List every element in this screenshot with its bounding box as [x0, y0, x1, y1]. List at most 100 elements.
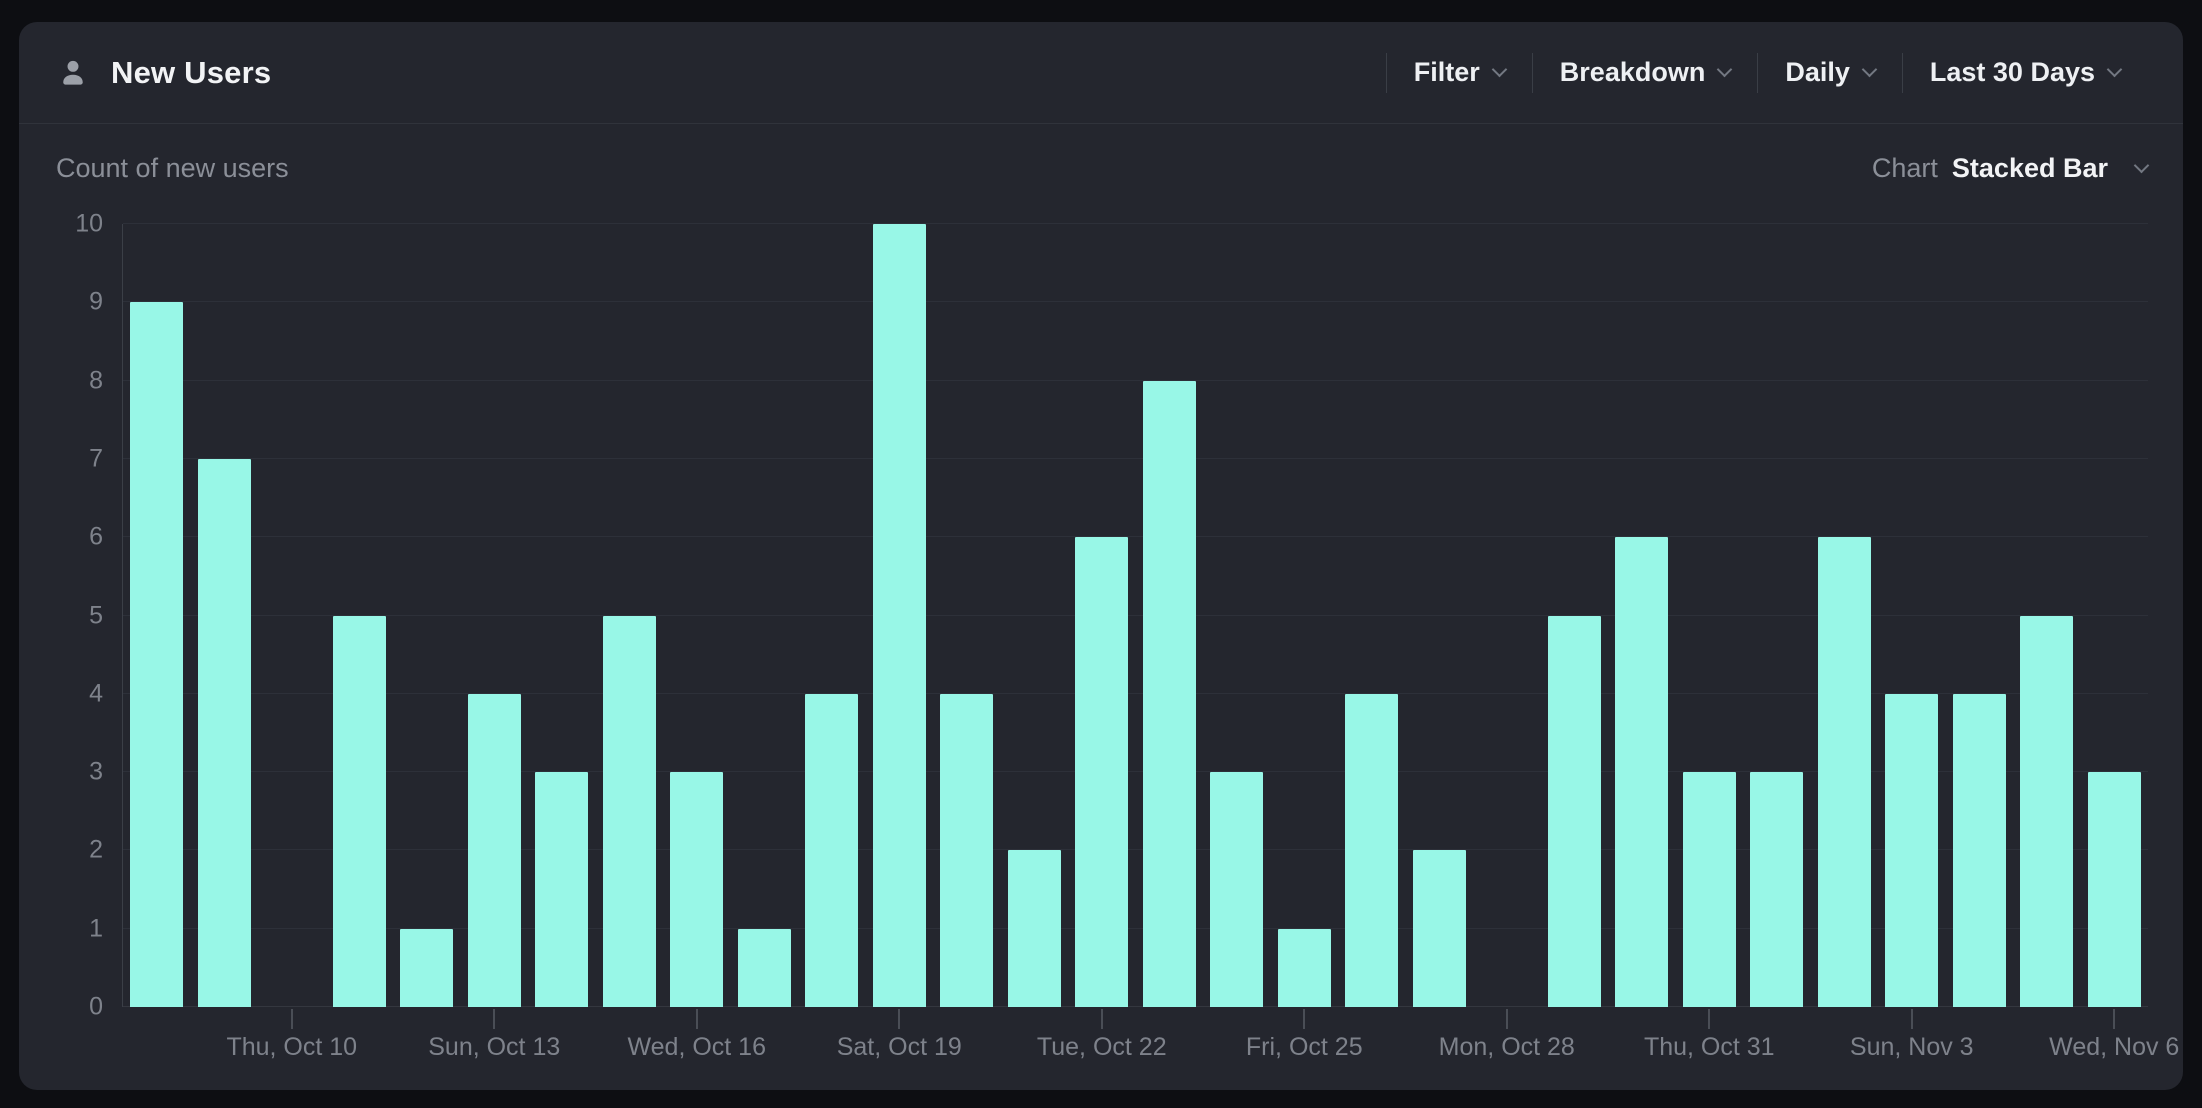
bar-slot — [1136, 224, 1204, 1007]
x-axis-label: Fri, Oct 25 — [1246, 1033, 1363, 1062]
bar[interactable] — [1008, 850, 1061, 1007]
bar-slot — [663, 224, 731, 1007]
bar[interactable] — [805, 694, 858, 1007]
y-axis-label: 9 — [89, 288, 103, 317]
chart-type-label: Chart — [1872, 153, 1938, 184]
bar-slot — [1541, 224, 1609, 1007]
bar[interactable] — [738, 929, 791, 1007]
granularity-dropdown[interactable]: Daily — [1758, 57, 1902, 88]
x-axis-label: Sun, Nov 3 — [1850, 1033, 1974, 1062]
bar-slot — [1338, 224, 1406, 1007]
y-axis-label: 1 — [89, 914, 103, 943]
y-axis-label: 2 — [89, 836, 103, 865]
x-axis-tick — [1911, 1009, 1913, 1029]
x-axis-tick — [696, 1009, 698, 1029]
bar-slot — [1811, 224, 1879, 1007]
bar-slot — [191, 224, 259, 1007]
bar[interactable] — [400, 929, 453, 1007]
bar-slot — [866, 224, 934, 1007]
bar-slot — [1001, 224, 1069, 1007]
y-axis-label: 7 — [89, 444, 103, 473]
x-axis-label: Thu, Oct 10 — [226, 1033, 357, 1062]
x-axis-label: Wed, Nov 6 — [2049, 1033, 2179, 1062]
x-axis-tick — [493, 1009, 495, 1029]
bar-slot — [1946, 224, 2014, 1007]
bar[interactable] — [2020, 616, 2073, 1008]
x-axis-label: Thu, Oct 31 — [1644, 1033, 1775, 1062]
bar[interactable] — [1413, 850, 1466, 1007]
y-axis-label: 4 — [89, 679, 103, 708]
chart-type-dropdown[interactable]: Chart Stacked Bar — [1872, 153, 2147, 184]
x-axis-tick — [1506, 1009, 1508, 1029]
y-axis-label: 6 — [89, 523, 103, 552]
x-axis-tick — [1708, 1009, 1710, 1029]
x-axis-label: Sat, Oct 19 — [837, 1033, 962, 1062]
bar-slot — [1608, 224, 1676, 1007]
bar[interactable] — [940, 694, 993, 1007]
bar[interactable] — [198, 459, 251, 1007]
bar[interactable] — [670, 772, 723, 1007]
bar[interactable] — [535, 772, 588, 1007]
bar-slot — [1676, 224, 1744, 1007]
x-axis-label: Sun, Oct 13 — [428, 1033, 560, 1062]
bar[interactable] — [1143, 381, 1196, 1007]
y-axis-label: 10 — [75, 210, 103, 239]
bar[interactable] — [130, 302, 183, 1007]
bar[interactable] — [1953, 694, 2006, 1007]
user-icon — [57, 57, 89, 89]
bar[interactable] — [603, 616, 656, 1008]
bar[interactable] — [873, 224, 926, 1007]
bar-slot — [731, 224, 799, 1007]
filter-dropdown-label: Filter — [1414, 57, 1480, 88]
breakdown-dropdown[interactable]: Breakdown — [1533, 57, 1758, 88]
bar[interactable] — [1683, 772, 1736, 1007]
bar[interactable] — [1615, 537, 1668, 1007]
chart-type-value: Stacked Bar — [1952, 153, 2108, 184]
bar-slot — [798, 224, 866, 1007]
bar[interactable] — [1885, 694, 1938, 1007]
x-axis-tick — [291, 1009, 293, 1029]
chevron-down-icon — [1862, 62, 1878, 78]
bar[interactable] — [1345, 694, 1398, 1007]
chevron-down-icon — [2107, 62, 2123, 78]
bar[interactable] — [2088, 772, 2141, 1007]
filter-dropdown[interactable]: Filter — [1387, 57, 1532, 88]
bar-slot — [1271, 224, 1339, 1007]
new-users-widget: New Users Filter Breakdown Daily Last 30… — [19, 22, 2183, 1090]
y-axis-label: 0 — [89, 993, 103, 1022]
bar[interactable] — [1278, 929, 1331, 1007]
widget-header: New Users Filter Breakdown Daily Last 30… — [19, 22, 2183, 124]
widget-title: New Users — [111, 55, 271, 91]
y-axis-label: 3 — [89, 758, 103, 787]
date-range-dropdown-label: Last 30 Days — [1930, 57, 2095, 88]
x-axis-label: Tue, Oct 22 — [1037, 1033, 1167, 1062]
bar[interactable] — [1548, 616, 1601, 1008]
breakdown-dropdown-label: Breakdown — [1560, 57, 1706, 88]
dashboard-background: { "header": { "title": "New Users", "con… — [0, 0, 2202, 1108]
date-range-dropdown[interactable]: Last 30 Days — [1903, 57, 2147, 88]
bar[interactable] — [333, 616, 386, 1008]
bar-slot — [2081, 224, 2149, 1007]
y-axis-label: 5 — [89, 601, 103, 630]
chevron-down-icon — [2134, 157, 2150, 173]
bar-slot — [1203, 224, 1271, 1007]
x-axis-tick — [2113, 1009, 2115, 1029]
bar-slot — [2013, 224, 2081, 1007]
bar-slot — [123, 224, 191, 1007]
bar-slot — [258, 224, 326, 1007]
bar[interactable] — [1210, 772, 1263, 1007]
bar-slot — [1406, 224, 1474, 1007]
chevron-down-icon — [1717, 62, 1733, 78]
x-axis-tick — [1303, 1009, 1305, 1029]
bar[interactable] — [1075, 537, 1128, 1007]
header-controls: Filter Breakdown Daily Last 30 Days — [1386, 53, 2147, 93]
bar-slot — [393, 224, 461, 1007]
bar[interactable] — [1818, 537, 1871, 1007]
bar-slot — [933, 224, 1001, 1007]
bar-slot — [461, 224, 529, 1007]
x-axis-label: Mon, Oct 28 — [1439, 1033, 1575, 1062]
bar[interactable] — [1750, 772, 1803, 1007]
bar[interactable] — [468, 694, 521, 1007]
bar-slot — [1878, 224, 1946, 1007]
chart-toolbar: Count of new users Chart Stacked Bar — [19, 150, 2183, 186]
